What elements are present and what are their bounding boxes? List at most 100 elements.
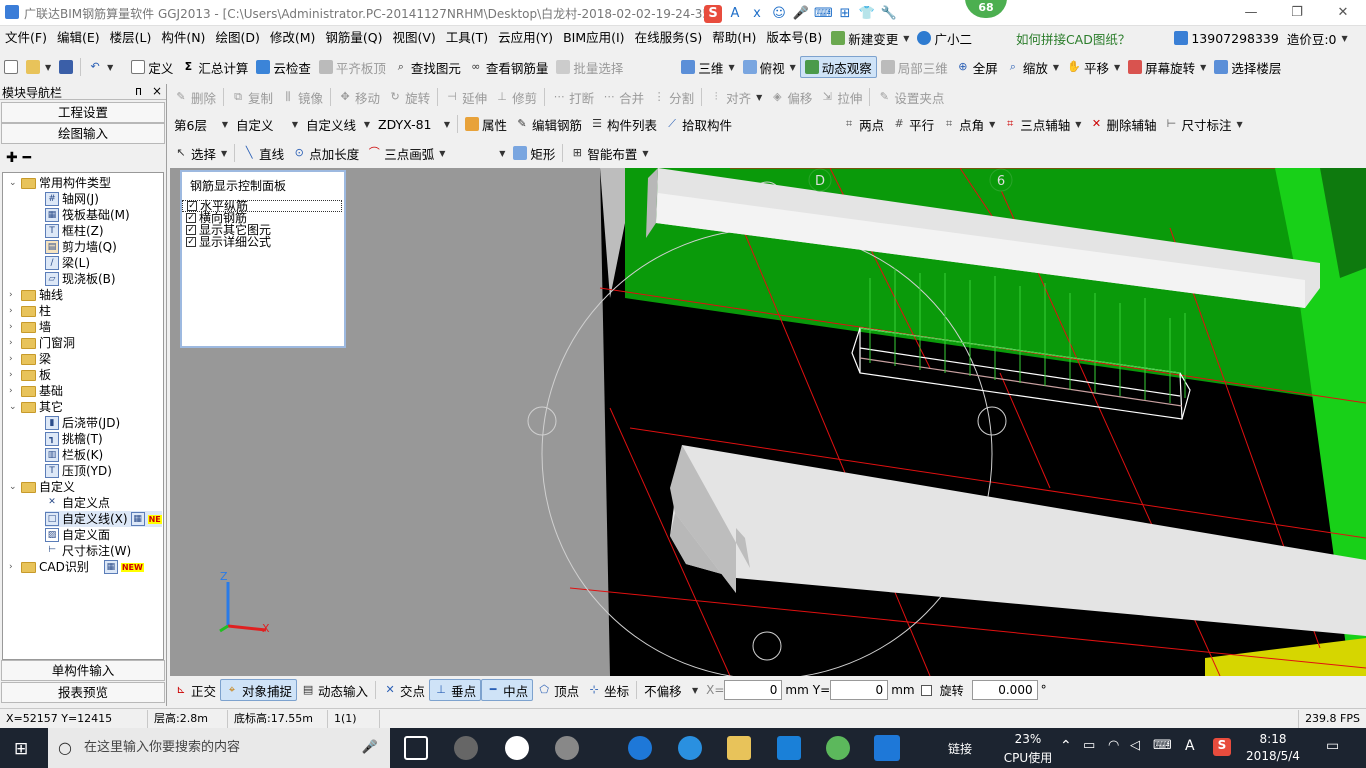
extend-button[interactable]: ⊣ 延伸: [441, 86, 491, 108]
top-view-button[interactable]: 俯视 ▼: [739, 56, 800, 78]
delete-button[interactable]: ✎ 删除: [170, 86, 220, 108]
rectangle-button[interactable]: 矩形: [509, 142, 559, 164]
tray-battery-icon[interactable]: ▭: [1083, 738, 1095, 753]
open-button[interactable]: ▼: [22, 56, 55, 78]
clock-date[interactable]: 2018/5/4: [1243, 749, 1303, 763]
opt-show-formula[interactable]: ✓ 显示详细公式: [182, 236, 344, 248]
perpendicular-button[interactable]: ⊥ 垂点: [429, 679, 482, 701]
notification-badge[interactable]: 68: [965, 0, 1007, 18]
tree-post-pour[interactable]: ▮ 后浇带(JD): [45, 415, 120, 431]
pan-button[interactable]: ✋ 平移 ▼: [1063, 56, 1124, 78]
menu-version[interactable]: 版本号(B): [761, 27, 827, 49]
file-explorer-icon[interactable]: [727, 736, 751, 760]
intersection-button[interactable]: ✕ 交点: [379, 679, 429, 701]
ie-icon[interactable]: [678, 736, 702, 760]
merge-button[interactable]: ⋯ 合并: [598, 86, 648, 108]
tree-raft[interactable]: ▦ 筏板基础(M): [45, 207, 130, 223]
delete-axis-button[interactable]: ✕ 删除辅轴: [1085, 113, 1160, 135]
beans-menu[interactable]: 造价豆:0 ▼: [1283, 27, 1352, 49]
checkbox-checked-icon[interactable]: ✓: [187, 201, 197, 211]
tree-beam-l[interactable]: ∕ 梁(L): [45, 255, 90, 271]
object-snap-button[interactable]: ⌖ 对象捕捉: [220, 679, 298, 701]
subtype-select[interactable]: 自定义线 ▼: [302, 113, 374, 135]
ime-punct-icon[interactable]: ⅹ: [748, 5, 766, 23]
pick-component-button[interactable]: ⟋ 拾取构件: [661, 113, 736, 135]
grid-icon[interactable]: ⊞: [836, 5, 854, 23]
tray-volume-icon[interactable]: ◁: [1130, 738, 1140, 753]
offset-select[interactable]: 不偏移 ▼: [640, 679, 702, 701]
tree-frame-col[interactable]: T 框柱(Z): [45, 223, 104, 239]
close-button[interactable]: ✕: [1320, 0, 1366, 26]
dynamic-input-button[interactable]: ▤ 动态输入: [297, 679, 372, 701]
rotate-button[interactable]: ↻ 旋转: [384, 86, 434, 108]
restore-button[interactable]: ❐: [1274, 0, 1320, 26]
menu-draw[interactable]: 绘图(D): [210, 27, 264, 49]
rotate-screen-button[interactable]: 屏幕旋转 ▼: [1124, 56, 1210, 78]
two-points-button[interactable]: ⌗ 两点: [838, 113, 888, 135]
break-button[interactable]: ⋯ 打断: [548, 86, 598, 108]
tree-door[interactable]: › 门窗洞: [9, 335, 75, 351]
tree-wall[interactable]: › 墙: [9, 319, 51, 335]
fan-app-icon[interactable]: [454, 736, 478, 760]
drawing-input-button[interactable]: 绘图输入: [1, 123, 165, 144]
type-select[interactable]: 自定义 ▼: [232, 113, 302, 135]
tree-cast-slab[interactable]: ▱ 现浇板(B): [45, 271, 116, 287]
align-button[interactable]: ⫶ 对齐 ▼: [705, 86, 766, 108]
tree-common[interactable]: ⌄ 常用构件类型: [9, 175, 111, 191]
tree-custom[interactable]: ⌄ 自定义: [9, 479, 75, 495]
tree-slab[interactable]: › 板: [9, 367, 51, 383]
zoom-button[interactable]: ⌕ 缩放 ▼: [1002, 56, 1063, 78]
menu-cloud[interactable]: 云应用(Y): [493, 27, 558, 49]
trim-button[interactable]: ⊥ 修剪: [491, 86, 541, 108]
cad-help-link[interactable]: 如何拼接CAD图纸？: [1012, 27, 1134, 49]
notification-center-icon[interactable]: ▭: [1326, 738, 1339, 754]
dimension-button[interactable]: ⊢ 尺寸标注 ▼: [1160, 113, 1246, 135]
tree-other[interactable]: ⌄ 其它: [9, 399, 63, 415]
menu-rebar[interactable]: 钢筋量(Q): [320, 27, 387, 49]
ime-a-icon[interactable]: A: [726, 5, 744, 23]
line-button[interactable]: ╲ 直线: [238, 142, 288, 164]
arc-option-select[interactable]: ▼: [449, 142, 509, 164]
floor-select[interactable]: 第6层 ▼: [170, 113, 232, 135]
midpoint-button[interactable]: ━ 中点: [481, 679, 534, 701]
find-button[interactable]: ⌕ 查找图元: [390, 56, 465, 78]
menu-view[interactable]: 视图(V): [387, 27, 440, 49]
close-icon[interactable]: ×: [148, 84, 166, 98]
menu-edit[interactable]: 编辑(E): [52, 27, 105, 49]
tray-wifi-icon[interactable]: ◠: [1108, 738, 1119, 753]
rotate-input[interactable]: 0.000: [971, 680, 1038, 700]
single-input-button[interactable]: 单构件输入: [1, 660, 165, 681]
batch-select-button[interactable]: 批量选择: [552, 56, 627, 78]
taskbar-search[interactable]: ○ 在这里输入你要搜索的内容 🎤: [48, 728, 390, 768]
refresh-app-icon[interactable]: [555, 736, 579, 760]
microphone-icon[interactable]: 🎤: [362, 728, 378, 768]
user-account[interactable]: 13907298339: [1170, 27, 1282, 49]
select-button[interactable]: ↖ 选择 ▼: [170, 142, 231, 164]
3d-scene[interactable]: D 6 Z X: [170, 168, 1366, 676]
calc-button[interactable]: Σ 汇总计算: [177, 56, 252, 78]
point-length-button[interactable]: ⊙ 点加长度: [288, 142, 363, 164]
save-button[interactable]: [55, 56, 77, 78]
mic-icon[interactable]: 🎤: [792, 5, 810, 23]
undo-button[interactable]: ↶ ▼: [84, 56, 117, 78]
x-input[interactable]: 0: [724, 680, 783, 700]
tree-cad[interactable]: › CAD识别 ▦ NEW: [9, 559, 144, 575]
glodon-app-icon[interactable]: [777, 736, 801, 760]
code-select[interactable]: ZDYX-81 ▼: [374, 113, 454, 135]
clock-time[interactable]: 8:18: [1243, 732, 1303, 746]
view-rebar-button[interactable]: ∞ 查看钢筋量: [465, 56, 553, 78]
point-angle-button[interactable]: ⌗ 点角 ▼: [938, 113, 999, 135]
tray-chevron-icon[interactable]: ⌃: [1060, 738, 1072, 754]
copy-button[interactable]: ⧉ 复制: [227, 86, 277, 108]
expand-collapse-icons[interactable]: ✚ ━: [6, 150, 31, 166]
local-3d-button[interactable]: 局部三维: [877, 56, 952, 78]
tree-custom-line[interactable]: □ 自定义线(X) ▦ NE: [45, 511, 162, 527]
3d-viewport[interactable]: D 6 Z X: [170, 168, 1366, 676]
new-change-button[interactable]: 新建变更 ▼: [827, 27, 913, 49]
edit-rebar-button[interactable]: ✎ 编辑钢筋: [511, 113, 586, 135]
orbit-handle-bottom[interactable]: [752, 631, 782, 661]
task-view-icon[interactable]: [404, 736, 428, 760]
orbit-handle-right[interactable]: [977, 406, 1007, 436]
rotate-checkbox[interactable]: [920, 684, 932, 696]
tree-found[interactable]: › 基础: [9, 383, 63, 399]
